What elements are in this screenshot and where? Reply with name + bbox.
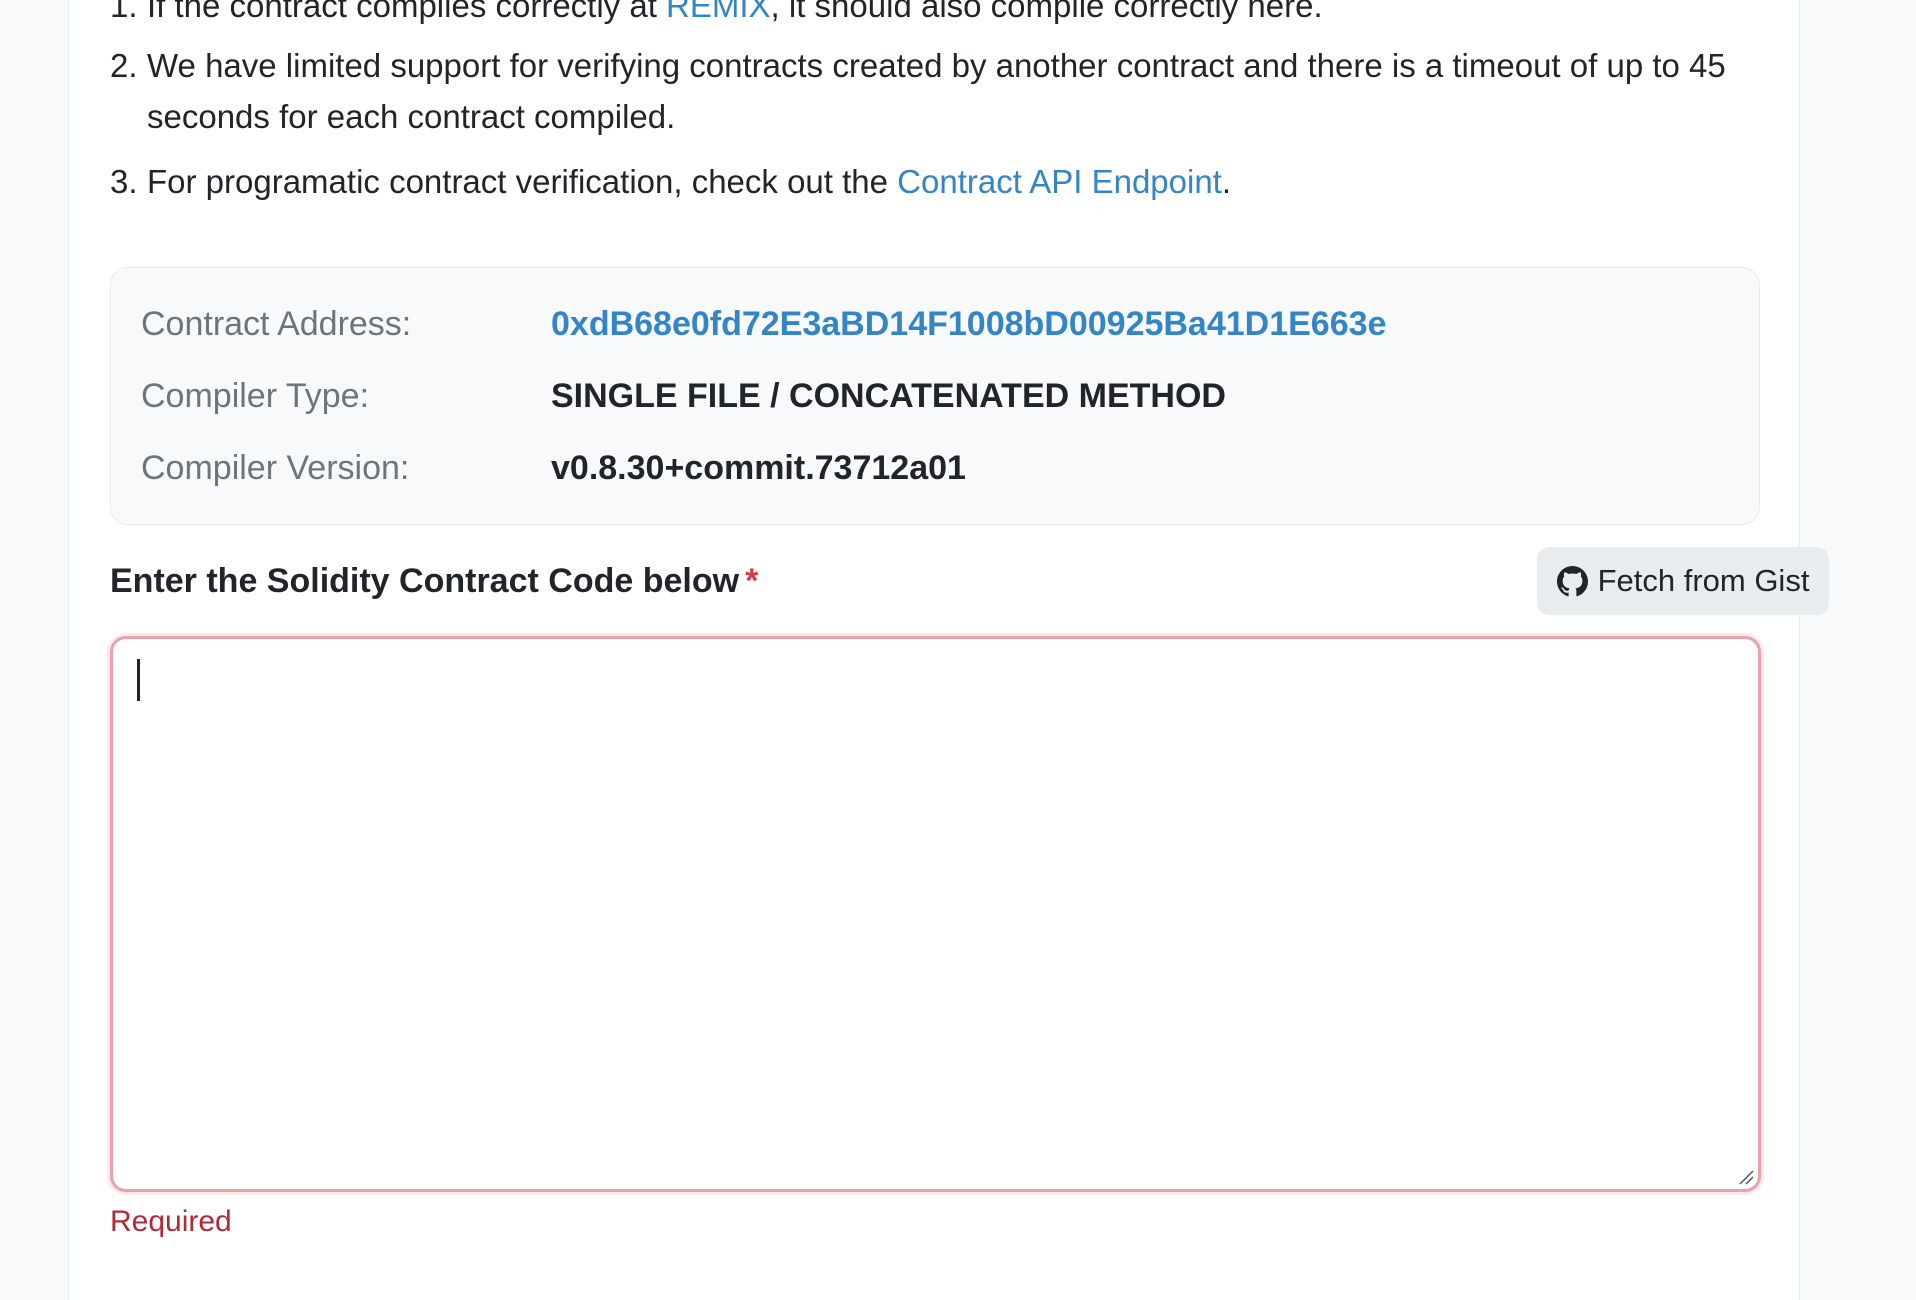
note-text: We have limited support for verifying co… [147, 47, 1726, 135]
note-number: 2. [110, 47, 138, 84]
code-input-label-text: Enter the Solidity Contract Code below [110, 562, 740, 600]
fetch-from-gist-button[interactable]: Fetch from Gist [1537, 547, 1829, 615]
remix-link[interactable]: REMIX [666, 0, 771, 24]
required-asterisk: * [745, 562, 759, 600]
note-number: 3. [110, 163, 138, 200]
note-text: For programatic contract verification, c… [147, 156, 1790, 207]
note-number: 1. [110, 0, 138, 24]
contract-address-label: Contract Address: [141, 305, 412, 343]
compiler-type-label: Compiler Type: [141, 377, 370, 415]
note-item-1: 1. If the contract compiles correctly at… [110, 0, 1790, 31]
code-input-label: Enter the Solidity Contract Code below * [110, 558, 758, 604]
compiler-version-label: Compiler Version: [141, 449, 410, 487]
contract-api-endpoint-link[interactable]: Contract API Endpoint [897, 163, 1222, 200]
verify-contract-card: 1. If the contract compiles correctly at… [68, 0, 1829, 1300]
fetch-from-gist-label: Fetch from Gist [1597, 563, 1810, 598]
note-text-before: For programatic contract verification, c… [147, 163, 898, 200]
note-text: If the contract compiles correctly at RE… [147, 0, 1790, 31]
note-text-before: If the contract compiles correctly at [147, 0, 667, 24]
required-error-message: Required [110, 1205, 232, 1238]
note-item-2: 2. We have limited support for verifying… [110, 40, 1790, 142]
note-item-3: 3. For programatic contract verification… [110, 156, 1790, 207]
note-text-after: , it should also compile correctly here. [770, 0, 1323, 24]
compiler-type-value: SINGLE FILE / CONCATENATED METHOD [551, 377, 1226, 415]
contract-info-box: Contract Address: 0xdB68e0fd72E3aBD14F10… [110, 267, 1760, 525]
github-icon [1556, 565, 1588, 596]
compiler-version-value: v0.8.30+commit.73712a01 [551, 449, 966, 487]
text-caret [137, 659, 140, 701]
resize-handle-icon[interactable] [1736, 1167, 1754, 1185]
solidity-code-textarea[interactable] [110, 636, 1761, 1192]
contract-address-link[interactable]: 0xdB68e0fd72E3aBD14F1008bD00925Ba41D1E66… [551, 304, 1386, 344]
note-text-after: . [1221, 163, 1232, 200]
